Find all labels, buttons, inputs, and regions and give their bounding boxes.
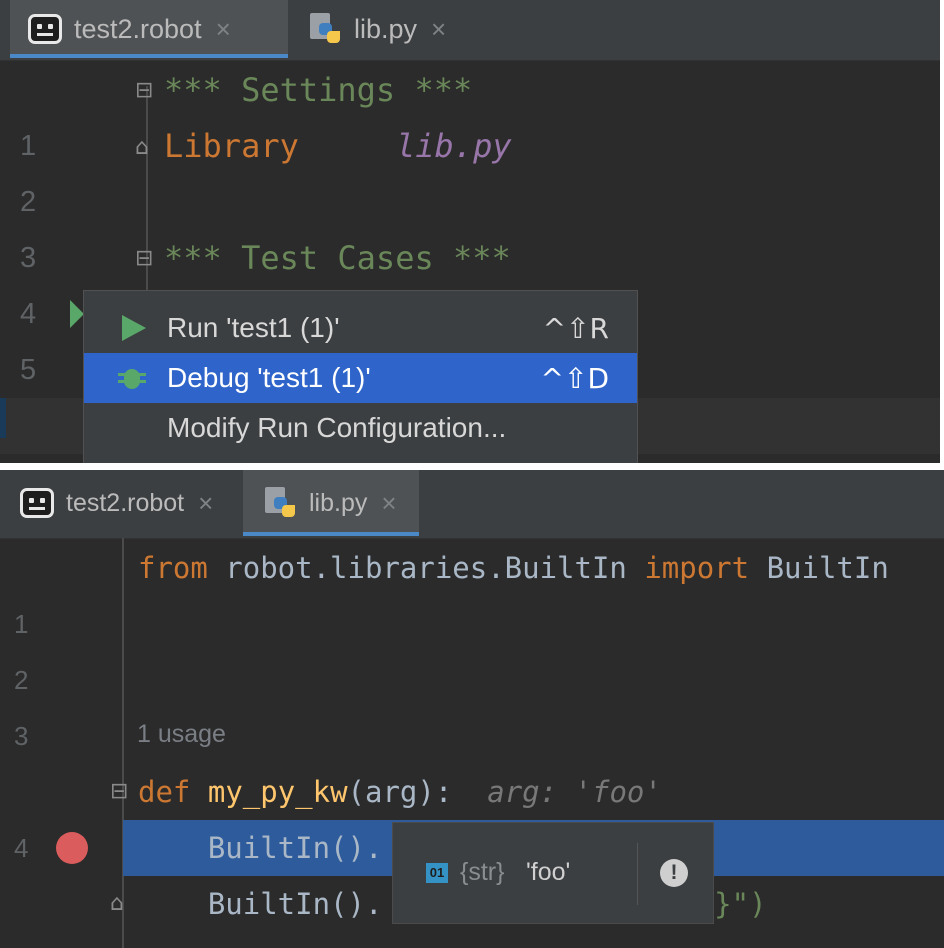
menu-item-label: Run 'test1 (1)' [167,312,340,343]
tab-test2-robot[interactable]: test2.robot × [20,470,213,536]
menu-item-shortcut: ^⇧R [542,311,609,345]
variable-type-icon: 01 [426,863,448,883]
top-editor-pane: test2.robot × lib.py × ⊟ ⌂ ⊟ 1 *** Setti… [0,0,940,465]
code-line[interactable]: 1 from robot.libraries.BuiltIn import Bu… [0,540,944,639]
variable-value[interactable]: 'foo' [526,858,570,887]
tab-lib-py[interactable]: lib.py × [310,0,446,58]
tab-label: lib.py [309,488,368,517]
exclamation-icon[interactable]: ! [660,859,688,887]
run-icon [122,315,146,341]
usages-inlay-hint[interactable]: 1 usage [137,720,226,749]
code-text: *** Test Cases *** [164,239,511,277]
code-text: def my_py_kw(arg): arg: 'foo' [138,775,662,809]
active-tab-underline [10,54,288,58]
code-line[interactable]: 2 Library lib.py [0,118,940,218]
code-line[interactable]: 2 [0,596,944,695]
tab-label: test2.robot [74,13,202,44]
tooltip-divider [637,843,638,905]
code-line[interactable]: 1 *** Settings *** [0,62,940,162]
line-number: 6 [14,932,28,948]
run-test-suite-gutter-icon[interactable] [62,238,216,330]
code-text: Library [164,127,376,165]
tab-test2-robot[interactable]: test2.robot × [10,0,288,58]
breakpoint-icon[interactable] [56,832,88,864]
variable-type: {str} [460,858,505,886]
code-text: lib.py [396,127,512,165]
code-line[interactable]: 3 [0,174,940,274]
close-icon[interactable]: × [198,488,213,519]
close-icon[interactable]: × [381,488,396,519]
top-tab-bar: test2.robot × lib.py × [0,0,940,61]
code-line[interactable]: 4 ⊟ def my_py_kw(arg): arg: 'foo' [0,764,944,863]
close-icon[interactable]: × [431,14,446,45]
tab-label: test2.robot [66,488,185,517]
robot-file-icon [28,14,62,44]
run-context-menu: Run 'test1 (1)' ^⇧R Debug 'test1 (1)' ^⇧… [83,290,638,465]
menu-item-shortcut: ^⇧D [540,361,609,395]
close-icon[interactable]: × [216,14,231,45]
code-text: BuiltIn(). [138,831,383,865]
line-number: 3 [14,721,29,751]
code-text: *** Settings *** [164,71,473,109]
menu-item-debug[interactable]: Debug 'test1 (1)' ^⇧D [84,353,637,403]
caret-row-marker [0,398,6,438]
menu-item-label: Debug 'test1 (1)' [167,362,371,393]
code-line[interactable]: 4 *** Test Cases *** [0,230,940,330]
bottom-tab-bar: test2.robot × lib.py × [0,470,944,539]
fold-collapse-icon[interactable]: ⊟ [110,764,128,820]
python-file-icon [265,487,297,519]
code-text: from robot.libraries.BuiltIn import Buil… [138,551,889,585]
run-test-gutter-icon[interactable] [70,300,84,328]
menu-item-modify-run-configuration[interactable]: Modify Run Configuration... [84,403,637,453]
debugger-value-tooltip: 01 {str} 'foo' ! [392,822,714,924]
python-file-icon [310,13,342,45]
tab-lib-py[interactable]: lib.py × [243,470,419,536]
screenshot-divider [0,463,944,470]
menu-item-label: Modify Run Configuration... [167,412,507,443]
debug-bug-icon [118,365,146,391]
robot-file-icon [20,488,54,518]
code-line[interactable]: 3 [0,652,944,751]
fold-end-icon[interactable]: ⌂ [110,876,124,932]
menu-item-run[interactable]: Run 'test1 (1)' ^⇧R [84,303,637,353]
tab-label: lib.py [354,13,418,44]
bottom-editor-pane: test2.robot × lib.py × 1 from robot.libr… [0,470,944,948]
active-tab-underline [243,532,419,536]
